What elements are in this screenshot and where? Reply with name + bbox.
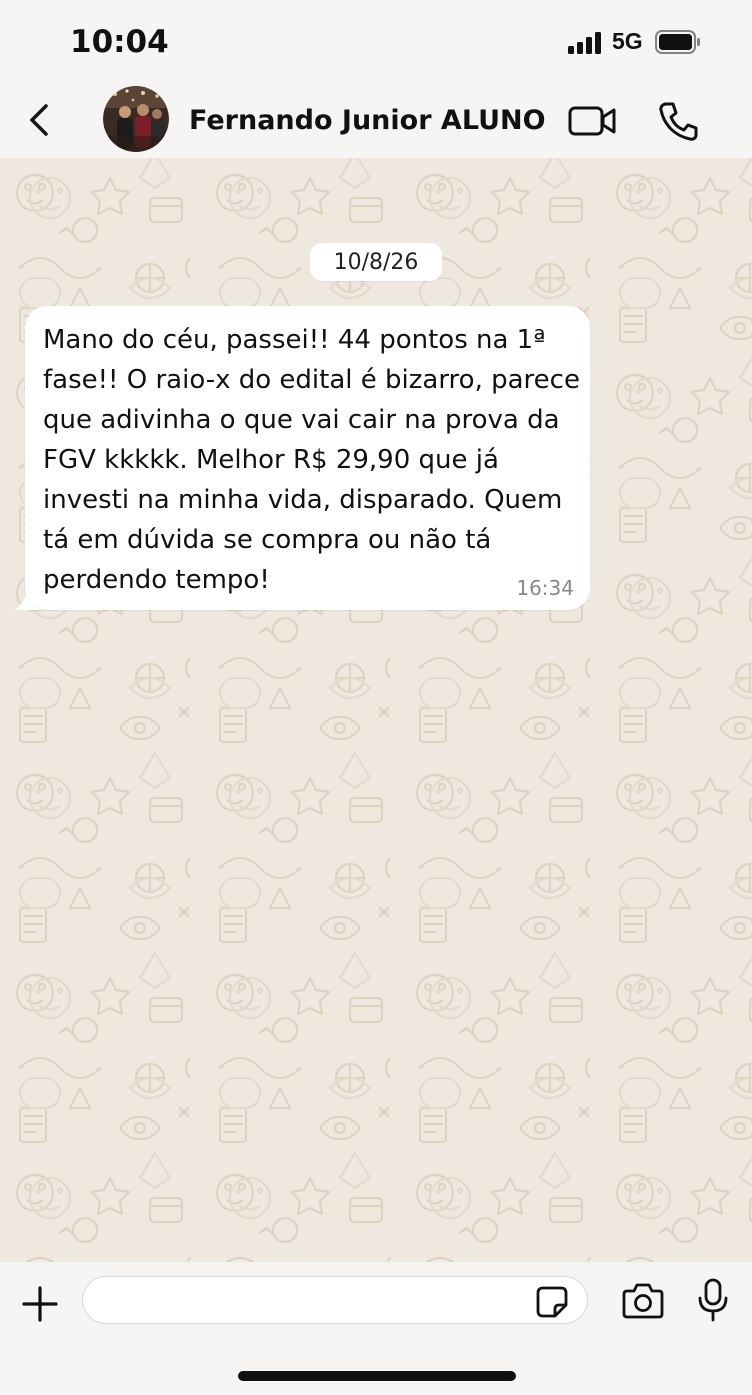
composer-bar	[0, 1262, 752, 1395]
message-bubble[interactable]: Mano do céu, passei!! 44 pontos na 1ª fa…	[25, 306, 590, 610]
date-chip: 10/8/26	[310, 243, 442, 281]
chat-header: Fernando Junior ALUNO	[0, 84, 752, 158]
battery-icon	[655, 30, 700, 54]
message-input[interactable]	[82, 1276, 588, 1324]
mic-icon[interactable]	[697, 1278, 729, 1322]
plus-icon[interactable]	[20, 1284, 60, 1324]
signal-strength-icon	[568, 32, 601, 54]
sticker-icon[interactable]	[535, 1285, 569, 1319]
phone-call-icon[interactable]	[656, 99, 700, 143]
message-text: Mano do céu, passei!! 44 pontos na 1ª fa…	[43, 325, 580, 595]
avatar[interactable]	[103, 86, 169, 152]
back-icon[interactable]	[22, 100, 58, 140]
video-call-icon[interactable]	[566, 102, 618, 140]
home-indicator[interactable]	[238, 1371, 516, 1381]
network-type: 5G	[612, 28, 643, 54]
chat-area[interactable]: 10/8/26 Mano do céu, passei!! 44 pontos …	[0, 158, 752, 1262]
camera-icon[interactable]	[621, 1281, 665, 1321]
status-time: 10:04	[70, 24, 169, 60]
status-bar: 10:04 5G	[0, 0, 752, 84]
message-time: 16:34	[516, 576, 574, 600]
contact-name[interactable]: Fernando Junior ALUNO	[189, 105, 546, 136]
